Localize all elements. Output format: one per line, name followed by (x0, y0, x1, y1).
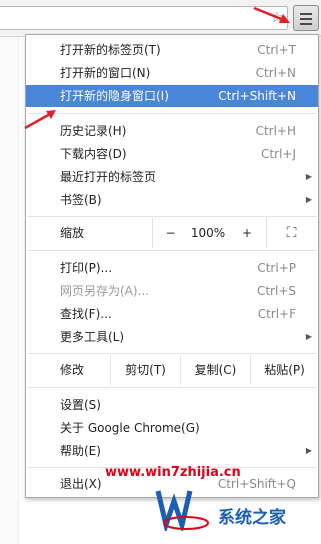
menu-item-help[interactable]: 帮助(E) ▶ (26, 440, 318, 462)
menu-item-shortcut: Ctrl+S (256, 284, 296, 298)
menu-item-shortcut: Ctrl+P (257, 261, 296, 275)
menu-item-shortcut: Ctrl+H (255, 124, 296, 138)
menu-item-new-incognito-window[interactable]: 打开新的隐身窗口(I) Ctrl+Shift+N (26, 85, 318, 107)
menu-item-label: 书签(B) (60, 193, 102, 207)
zoom-label: 缩放 (60, 226, 85, 240)
menu-separator (27, 113, 317, 114)
menu-separator (27, 387, 317, 388)
menu-item-label: 退出(X) (60, 477, 102, 491)
menu-item-bookmarks[interactable]: 书签(B) ▶ (26, 189, 318, 211)
address-bar[interactable] (0, 6, 288, 30)
menu-item-new-window[interactable]: 打开新的窗口(N) Ctrl+N (26, 62, 318, 84)
menu-item-history[interactable]: 历史记录(H) Ctrl+H (26, 120, 318, 142)
menu-item-shortcut: Ctrl+N (255, 66, 296, 80)
menu-separator (27, 250, 317, 251)
submenu-arrow-icon: ▶ (305, 172, 312, 181)
menu-item-label: 帮助(E) (60, 444, 101, 458)
cut-button[interactable]: 剪切(T) (110, 355, 180, 385)
zoom-row: 缩放 − 100% + ⛶ (26, 218, 318, 248)
minus-icon: − (165, 226, 176, 240)
menu-item-label: 查找(F)... (60, 307, 112, 321)
menu-item-print[interactable]: 打印(P)... Ctrl+P (26, 257, 318, 279)
menu-item-label: 网页另存为(A)... (60, 284, 150, 298)
menu-item-downloads[interactable]: 下载内容(D) Ctrl+J (26, 143, 318, 165)
menu-item-new-tab[interactable]: 打开新的标签页(T) Ctrl+T (26, 39, 318, 61)
menu-item-label: 下载内容(D) (60, 147, 127, 161)
menu-item-shortcut: Ctrl+F (257, 307, 296, 321)
zoom-out-button[interactable]: − (152, 218, 188, 248)
hamburger-menu-icon (300, 13, 312, 28)
plus-icon: + (241, 226, 253, 240)
fullscreen-button[interactable]: ⛶ (266, 218, 318, 248)
menu-item-save-page-as[interactable]: 网页另存为(A)... Ctrl+S (26, 280, 318, 302)
red-arrow-to-menu-icon (253, 6, 290, 23)
submenu-arrow-icon: ▶ (305, 446, 312, 455)
red-arrow-to-incognito-item (24, 110, 56, 130)
menu-item-label: 更多工具(L) (60, 330, 125, 344)
menu-separator (27, 216, 317, 217)
menu-item-shortcut: Ctrl+J (261, 147, 296, 161)
menu-item-find[interactable]: 查找(F)... Ctrl+F (26, 303, 318, 325)
fullscreen-icon: ⛶ (286, 225, 299, 241)
zoom-level: 100% (190, 226, 226, 240)
copy-button[interactable]: 复制(C) (180, 355, 250, 385)
menu-separator (27, 353, 317, 354)
menu-item-label: 关于 Google Chrome(G) (60, 421, 200, 435)
menu-item-label: 设置(S) (60, 398, 101, 412)
watermark-site-name: 系统之家 (218, 508, 286, 528)
menu-item-recent-tabs[interactable]: 最近打开的标签页 ▶ (26, 166, 318, 188)
menu-item-label: 打开新的隐身窗口(I) (60, 89, 169, 103)
menu-item-label: 历史记录(H) (60, 124, 127, 138)
edit-label: 修改 (60, 363, 85, 377)
menu-item-more-tools[interactable]: 更多工具(L) ▶ (26, 326, 318, 348)
submenu-arrow-icon: ▶ (305, 195, 312, 204)
edit-row: 修改 剪切(T) 复制(C) 粘贴(P) (26, 355, 318, 385)
menu-item-about-chrome[interactable]: 关于 Google Chrome(G) (26, 417, 318, 439)
submenu-arrow-icon: ▶ (305, 332, 312, 341)
menu-item-label: 最近打开的标签页 (60, 170, 157, 184)
menu-item-shortcut: Ctrl+Shift+N (218, 89, 296, 103)
watermark-logo-icon (155, 490, 209, 531)
chrome-main-menu: 打开新的标签页(T) Ctrl+T 打开新的窗口(N) Ctrl+N 打开新的隐… (25, 34, 319, 498)
page-content-edge (0, 37, 19, 544)
chrome-menu-button[interactable] (293, 5, 319, 31)
menu-item-label: 打开新的标签页(T) (60, 43, 161, 57)
menu-item-settings[interactable]: 设置(S) (26, 394, 318, 416)
menu-item-label: 打开新的窗口(N) (60, 66, 151, 80)
watermark-url: www.win7zhijia.cn (105, 465, 241, 480)
menu-item-label: 打印(P)... (60, 261, 113, 275)
zoom-in-button[interactable]: + (228, 218, 266, 248)
paste-button[interactable]: 粘贴(P) (250, 355, 318, 385)
menu-item-shortcut: Ctrl+T (257, 43, 296, 57)
